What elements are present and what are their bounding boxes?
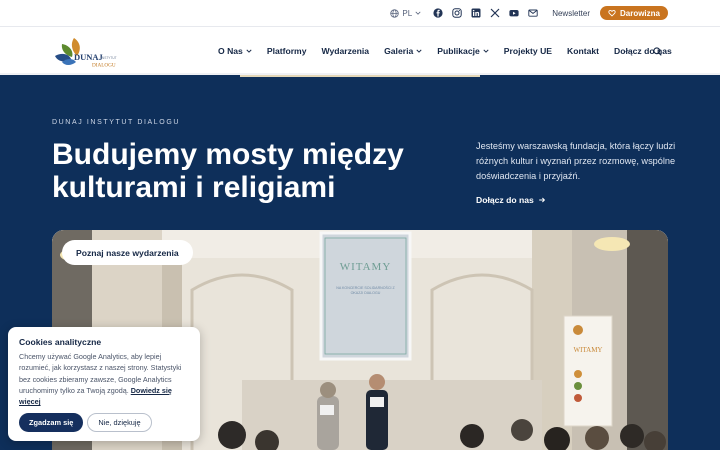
cookie-title: Cookies analityczne (19, 337, 102, 347)
cookie-buttons: Zgadzam się Nie, dziękuję (19, 413, 152, 432)
newsletter-link[interactable]: Newsletter (552, 9, 590, 18)
nav-item-label: Dołącz do nas (614, 46, 672, 56)
donate-button[interactable]: Darowizna (599, 6, 668, 20)
heart-icon (608, 10, 616, 17)
language-switcher[interactable]: PL (390, 9, 421, 18)
site-logo[interactable]: DUNAJ INSTYTUT DIALOGU (52, 34, 126, 70)
nav-accent-line (240, 75, 480, 77)
nav-item-o-nas[interactable]: O Nas (218, 46, 252, 56)
chevron-down-icon (483, 49, 489, 53)
cookie-decline-button[interactable]: Nie, dziękuję (87, 413, 152, 432)
donate-label: Darowizna (619, 8, 660, 18)
nav-item-wydarzenia[interactable]: Wydarzenia (321, 46, 369, 56)
slide-title: WITAMY (339, 261, 392, 273)
cookie-text: Chcemy używać Google Analytics, aby lepi… (19, 351, 189, 407)
svg-text:DUNAJ: DUNAJ (74, 52, 104, 62)
nav-item-label: Galeria (384, 46, 414, 56)
banner-title: WITAMY (573, 346, 603, 354)
cookie-accept-button[interactable]: Zgadzam się (19, 413, 84, 432)
instagram-icon[interactable] (452, 8, 462, 18)
nav-item-platformy[interactable]: Platformy (267, 46, 307, 56)
events-pill-button[interactable]: Poznaj nasze wydarzenia (62, 240, 193, 265)
social-links (433, 8, 538, 18)
top-bar: PL Newsletter Darowizna (0, 0, 720, 27)
svg-text:INSTYTUT: INSTYTUT (101, 56, 117, 60)
nav-item-galeria[interactable]: Galeria (384, 46, 422, 56)
nav-item-label: Publikacje (437, 46, 480, 56)
nav-item-label: Kontakt (567, 46, 600, 56)
nav-item-projekty-ue[interactable]: Projekty UE (504, 46, 552, 56)
globe-icon (390, 8, 400, 18)
nav-item-kontakt[interactable]: Kontakt (567, 46, 599, 56)
x-icon[interactable] (490, 8, 500, 18)
chevron-down-icon (246, 49, 252, 53)
chevron-down-icon (416, 49, 422, 53)
linkedin-icon[interactable] (471, 8, 481, 18)
cookie-banner: Cookies analityczne Chcemy używać Google… (8, 327, 200, 441)
nav-item-label: Platformy (266, 46, 307, 56)
svg-text:DIALOGU: DIALOGU (92, 63, 116, 69)
slide-subtitle: NA KONCERCIE SOLIDARNOŚCI Z OKAZJI DIALO… (336, 286, 395, 295)
nav-item-label: Projekty UE (503, 46, 553, 56)
language-label: PL (402, 8, 413, 18)
nav-item-label: O Nas (218, 46, 243, 56)
facebook-icon[interactable] (433, 8, 443, 18)
mail-icon[interactable] (528, 8, 538, 18)
search-icon[interactable] (653, 47, 662, 56)
nav-item-dolacz[interactable]: Dołącz do nas (614, 46, 672, 56)
nav-item-publikacje[interactable]: Publikacje (437, 46, 489, 56)
join-us-label: Dołącz do nas (476, 195, 534, 205)
chevron-down-icon (415, 11, 421, 15)
nav-item-label: Wydarzenia (321, 46, 370, 56)
youtube-icon[interactable] (509, 8, 519, 18)
hero-description: Jesteśmy warszawską fundacja, która łącz… (476, 141, 676, 181)
join-us-link[interactable]: Dołącz do nas (476, 195, 546, 205)
arrow-right-icon (538, 197, 545, 203)
nav-menu: O Nas Platformy Wydarzenia Galeria Publi… (218, 27, 687, 75)
hero-title: Budujemy mosty między kulturami i religi… (52, 138, 404, 204)
main-nav: DUNAJ INSTYTUT DIALOGU O Nas Platformy W… (0, 27, 720, 75)
hero-eyebrow: DUNAJ INSTYTUT DIALOGU (52, 119, 181, 126)
logo-mark-icon: DUNAJ INSTYTUT DIALOGU (55, 38, 117, 69)
